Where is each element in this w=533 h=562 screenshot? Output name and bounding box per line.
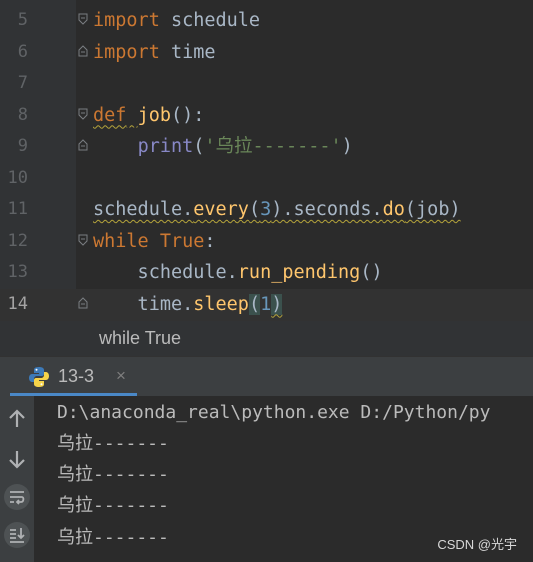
code-line[interactable]: 6 import time [0,37,533,69]
line-number: 11 [7,199,28,219]
code-line[interactable]: 11 schedule.every(3).seconds.do(job) [0,194,533,226]
run-tool-window-header: 13-3 × [0,356,533,397]
line-number: 9 [17,136,28,156]
code-text: import time [93,41,216,63]
code-text: time.sleep(1) [93,293,283,315]
code-text: def job(): [93,104,205,126]
console-line: 乌拉------- [57,495,169,516]
code-line[interactable]: 12 while True: [0,226,533,258]
breadcrumb[interactable]: while True [0,320,533,357]
code-text: schedule.run_pending() [93,262,383,283]
arrow-down-icon[interactable] [4,446,30,472]
code-text: schedule.every(3).seconds.do(job) [93,199,461,220]
code-editor[interactable]: 5 import schedule 6 import time 7 8 def … [0,0,533,320]
line-number: 13 [7,262,28,282]
console-line: 乌拉------- [57,464,169,485]
code-line[interactable]: 5 import schedule [0,5,533,37]
line-number: 10 [7,167,28,188]
code-line[interactable]: 13 schedule.run_pending() [0,257,533,289]
close-icon[interactable]: × [116,366,126,386]
fold-start-icon[interactable] [78,13,88,25]
line-number: 7 [17,73,28,93]
fold-end-icon[interactable] [78,296,88,309]
line-number: 6 [17,41,28,62]
code-text: while True: [93,230,216,252]
tab-label: 13-3 [58,366,95,386]
run-tab[interactable]: 13-3 × [10,357,137,397]
line-number: 12 [7,230,28,251]
code-line[interactable]: 10 [0,163,533,195]
ide-window: 5 import schedule 6 import time 7 8 def … [0,0,533,562]
arrow-up-icon[interactable] [4,406,30,432]
scroll-to-end-icon[interactable] [4,522,30,548]
line-number: 8 [17,104,28,125]
code-text: import schedule [93,10,261,31]
fold-start-icon[interactable] [78,234,88,246]
python-icon [29,367,49,387]
fold-end-icon[interactable] [78,44,88,57]
console-toolbar [0,396,34,562]
breadcrumb-item[interactable]: while True [99,328,181,349]
fold-end-icon[interactable] [78,139,88,151]
line-number: 5 [17,10,28,30]
console-line: 乌拉------- [57,527,169,548]
code-line[interactable]: 9 print('乌拉-------') [0,131,533,163]
soft-wrap-icon[interactable] [4,484,30,510]
watermark: CSDN @光宇 [437,537,517,552]
code-text: print('乌拉-------') [137,136,353,157]
console-line: 乌拉------- [57,433,169,454]
fold-start-icon[interactable] [78,108,88,120]
code-line-current[interactable]: 14 time.sleep(1) [0,288,533,320]
line-number: 14 [7,293,28,314]
code-line[interactable]: 8 def job(): [0,100,533,132]
console-command: D:\anaconda_real\python.exe D:/Python/py [57,402,491,423]
code-line[interactable]: 7 [0,68,533,100]
